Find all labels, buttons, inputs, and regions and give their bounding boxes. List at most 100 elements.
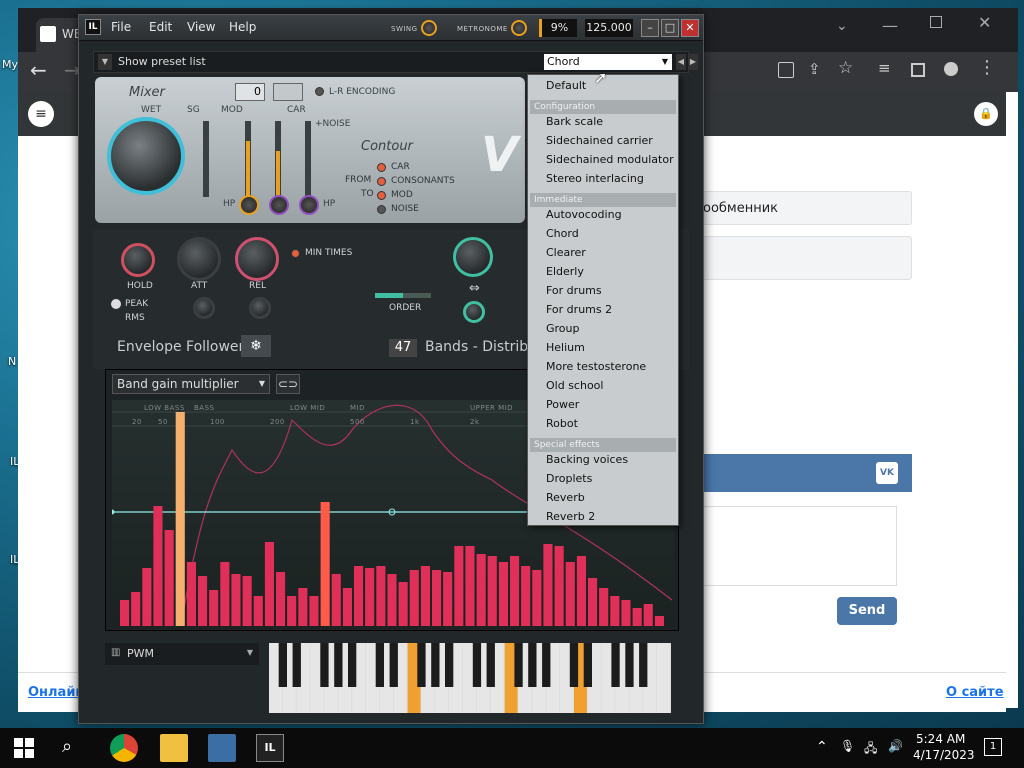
band-bar[interactable]: [376, 566, 386, 626]
preset-option[interactable]: Bark scale: [546, 115, 603, 128]
band-bar[interactable]: [498, 562, 508, 626]
contour-mod-led[interactable]: [377, 191, 386, 200]
contour-option[interactable]: CAR: [391, 162, 410, 172]
band-bar[interactable]: [331, 574, 341, 626]
band-bar[interactable]: [276, 572, 286, 626]
band-bar[interactable]: [476, 554, 486, 626]
desktop-icon-label[interactable]: N: [8, 355, 16, 368]
wet-knob[interactable]: [107, 117, 185, 195]
preset-option[interactable]: Sidechained modulator: [546, 153, 674, 166]
maximize-icon[interactable]: [930, 16, 942, 28]
band-bar[interactable]: [298, 588, 308, 626]
black-key[interactable]: [348, 643, 357, 687]
tempo-display[interactable]: 125.000: [585, 19, 633, 37]
black-key[interactable]: [486, 643, 495, 687]
band-bar[interactable]: [309, 596, 319, 626]
band-bar[interactable]: [487, 556, 497, 626]
band-bar[interactable]: [610, 596, 620, 626]
mod-fader[interactable]: [245, 121, 251, 197]
band-bar[interactable]: [287, 596, 297, 626]
band-bar[interactable]: [153, 506, 163, 626]
back-icon[interactable]: ←: [30, 58, 47, 82]
filter-knob[interactable]: [463, 301, 485, 323]
metronome-knob[interactable]: [511, 20, 527, 36]
plugin-title-bar[interactable]: IL File Edit View Help SWING METRONOME 9…: [79, 15, 703, 41]
band-bar[interactable]: [409, 570, 419, 626]
piano-keys[interactable]: [269, 643, 671, 713]
black-key[interactable]: [417, 643, 426, 687]
band-bar[interactable]: [443, 572, 453, 626]
band-bar[interactable]: [342, 588, 352, 626]
menu-file[interactable]: File: [111, 20, 131, 34]
snowflake-icon[interactable]: ❄: [241, 335, 271, 357]
peak-radio[interactable]: [111, 299, 121, 309]
microphone-icon[interactable]: 🎙: [840, 739, 855, 753]
chrome-icon[interactable]: [110, 734, 138, 762]
band-bar[interactable]: [220, 562, 230, 626]
white-key[interactable]: [657, 643, 670, 713]
contour-car-led[interactable]: [377, 163, 386, 172]
band-bar[interactable]: [131, 592, 141, 626]
black-key[interactable]: [431, 643, 440, 687]
band-bar[interactable]: [632, 608, 642, 626]
preset-dropdown[interactable]: Default Configuration Bark scale Sidechaine…: [527, 74, 679, 526]
search-icon[interactable]: ⌕: [62, 736, 72, 757]
menu-view[interactable]: View: [187, 20, 215, 34]
chevron-up-icon[interactable]: ⌃: [816, 739, 828, 755]
black-key[interactable]: [292, 643, 301, 687]
preset-option[interactable]: Sidechained carrier: [546, 134, 653, 147]
black-key[interactable]: [320, 643, 329, 687]
exchanger-card[interactable]: ообменник: [702, 191, 912, 225]
preset-option[interactable]: Autovocoding: [546, 208, 622, 221]
value-box-empty[interactable]: [273, 83, 303, 101]
preset-option[interactable]: Clearer: [546, 246, 586, 259]
minimize-button[interactable]: –: [641, 19, 659, 37]
mod-hp-knob[interactable]: [239, 195, 259, 215]
band-bar[interactable]: [565, 562, 575, 626]
att-knob[interactable]: [177, 237, 221, 281]
volume-icon[interactable]: 🔊: [888, 739, 903, 753]
clock-date[interactable]: 4/17/2023: [913, 748, 975, 762]
contour-consonants-led[interactable]: [377, 177, 386, 186]
black-key[interactable]: [375, 643, 384, 687]
band-bar[interactable]: [420, 566, 430, 626]
band-bar[interactable]: [120, 600, 130, 626]
band-bar[interactable]: [175, 412, 185, 626]
black-key[interactable]: [569, 643, 579, 687]
contour-option[interactable]: MOD: [391, 190, 413, 200]
black-key[interactable]: [334, 643, 343, 687]
network-icon[interactable]: 🖧: [864, 739, 877, 760]
side-panel-icon[interactable]: [911, 63, 925, 77]
black-key[interactable]: [278, 643, 287, 687]
band-bar[interactable]: [432, 570, 442, 626]
minimize-icon[interactable]: —: [882, 16, 898, 35]
carrier-wave-select[interactable]: ▥ PWM ▼: [105, 643, 259, 665]
car-fader[interactable]: [275, 121, 281, 197]
clock-time[interactable]: 5:24 AM: [916, 732, 965, 746]
piano-keyboard[interactable]: [269, 643, 671, 713]
band-bar[interactable]: [365, 568, 375, 626]
band-bar[interactable]: [554, 546, 564, 626]
rel-knob[interactable]: [235, 237, 279, 281]
preset-option[interactable]: For drums 2: [546, 303, 612, 316]
band-bar[interactable]: [320, 502, 330, 626]
noise-fader[interactable]: [305, 121, 311, 197]
chevron-down-icon[interactable]: ⌄: [836, 18, 848, 34]
band-bar[interactable]: [510, 556, 520, 626]
close-icon[interactable]: ✕: [978, 13, 991, 32]
preset-option[interactable]: For drums: [546, 284, 602, 297]
preset-option[interactable]: Elderly: [546, 265, 584, 278]
contour-noise-led[interactable]: [377, 205, 386, 214]
lr-encoding-led[interactable]: [315, 87, 324, 96]
black-key[interactable]: [611, 643, 620, 687]
band-bar[interactable]: [387, 574, 397, 626]
contour-option[interactable]: NOISE: [391, 204, 419, 214]
black-key[interactable]: [445, 643, 454, 687]
black-key[interactable]: [542, 643, 551, 687]
preset-option[interactable]: More testosterone: [546, 360, 646, 373]
preset-option[interactable]: Default: [546, 79, 586, 92]
band-bar[interactable]: [454, 546, 464, 626]
band-bar[interactable]: [164, 530, 174, 626]
black-key[interactable]: [583, 643, 592, 687]
preset-option[interactable]: Backing voices: [546, 453, 628, 466]
